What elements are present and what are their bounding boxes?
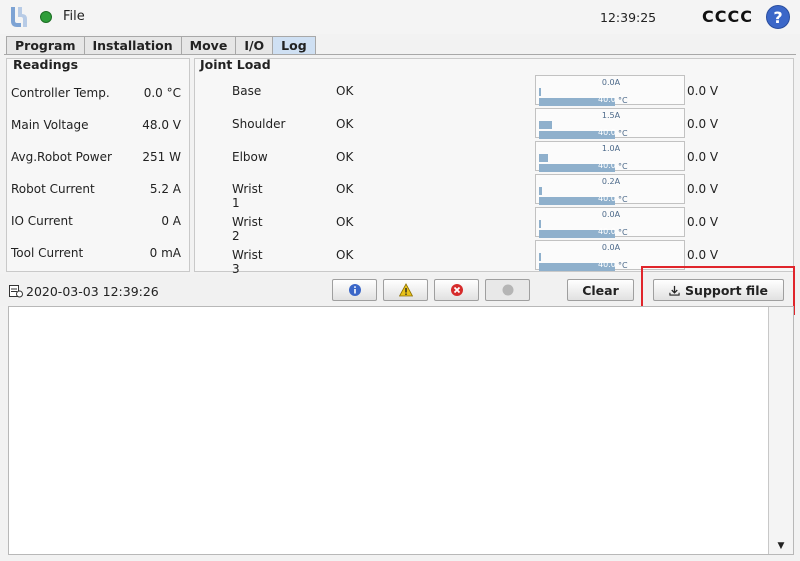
temperature-unit: °C	[618, 195, 628, 204]
scroll-up-icon[interactable]	[769, 307, 793, 323]
joint-name: Shoulder	[232, 117, 286, 131]
joint-status: OK	[336, 117, 354, 131]
temperature-unit: °C	[618, 129, 628, 138]
main-tabs: Program Installation Move I/O Log	[6, 36, 316, 55]
reading-main-voltage: Main Voltage 48.0 V	[11, 118, 181, 134]
joint-status: OK	[336, 215, 354, 229]
reading-label: Main Voltage	[11, 118, 89, 132]
joint-name: Elbow	[232, 150, 268, 164]
tab-divider	[4, 54, 796, 55]
reading-value: 5.2 A	[149, 182, 181, 196]
joint-status: OK	[336, 182, 354, 196]
joint-temperature: 40.0	[598, 128, 616, 137]
timestamp-text: 2020-03-03 12:39:26	[26, 284, 159, 299]
clock: 12:39:25	[600, 10, 657, 25]
joint-temperature: 40.0	[598, 95, 616, 104]
document-icon	[9, 285, 23, 298]
reading-value: 48.0 V	[142, 118, 181, 132]
current-bar	[539, 187, 542, 195]
scroll-down-icon[interactable]: ▼	[769, 538, 793, 554]
joint-current: 0.0A	[601, 243, 621, 252]
reading-value: 0 A	[161, 214, 181, 228]
joint-voltage: 0.0 V	[687, 215, 719, 229]
joint-gauge: 1.5A 40.0 °C	[535, 108, 685, 139]
tab-program[interactable]: Program	[6, 36, 85, 55]
current-bar	[539, 121, 552, 129]
joint-current: 0.2A	[601, 177, 621, 186]
reading-avg-robot-power: Avg.Robot Power 251 W	[11, 150, 181, 166]
temperature-unit: °C	[618, 96, 628, 105]
joint-voltage: 0.0 V	[687, 182, 719, 196]
joint-temperature: 40.0	[598, 260, 616, 269]
filter-info-button[interactable]	[332, 279, 377, 301]
filter-debug-button[interactable]	[485, 279, 530, 301]
joint-temperature: 40.0	[598, 227, 616, 236]
current-bar	[539, 154, 548, 162]
joint-status: OK	[336, 248, 354, 262]
reading-robot-current: Robot Current 5.2 A	[11, 182, 181, 198]
joint-name: Wrist 2	[232, 215, 263, 243]
joint-temperature: 40.0	[598, 161, 616, 170]
log-scrollbar[interactable]: ▼	[768, 307, 793, 554]
joint-current: 1.0A	[601, 144, 621, 153]
joint-load-title: Joint Load	[200, 57, 271, 72]
reading-tool-current: Tool Current 0 mA	[11, 246, 181, 262]
log-timestamp: 2020-03-03 12:39:26	[9, 284, 159, 299]
reading-label: IO Current	[11, 214, 73, 228]
temperature-unit: °C	[618, 228, 628, 237]
tab-log[interactable]: Log	[272, 36, 316, 55]
joint-current: 1.5A	[601, 111, 621, 120]
current-bar	[539, 220, 541, 228]
temperature-unit: °C	[618, 261, 628, 270]
current-bar	[539, 88, 541, 96]
ur-logo-icon	[11, 7, 27, 27]
filter-warning-button[interactable]	[383, 279, 428, 301]
info-icon	[348, 284, 361, 296]
robot-status-indicator	[40, 11, 52, 23]
reading-value: 251 W	[142, 150, 181, 164]
joint-name: Wrist 3	[232, 248, 263, 276]
joint-status: OK	[336, 84, 354, 98]
robot-name: CCCC	[702, 7, 753, 26]
reading-label: Robot Current	[11, 182, 95, 196]
filter-error-button[interactable]	[434, 279, 479, 301]
error-icon	[450, 284, 463, 296]
joint-gauge: 0.0A 40.0 °C	[535, 75, 685, 106]
help-icon[interactable]: ?	[766, 5, 790, 29]
file-menu[interactable]: File	[63, 9, 85, 24]
joint-gauge: 0.0A 40.0 °C	[535, 207, 685, 238]
tab-move[interactable]: Move	[180, 36, 237, 55]
reading-value: 0.0 °C	[143, 86, 181, 100]
joint-voltage: 0.0 V	[687, 248, 719, 262]
current-bar	[539, 253, 541, 261]
warning-icon	[398, 283, 413, 297]
tab-installation[interactable]: Installation	[83, 36, 182, 55]
temperature-unit: °C	[618, 162, 628, 171]
reading-label: Tool Current	[11, 246, 84, 260]
reading-controller-temp: Controller Temp. 0.0 °C	[11, 86, 181, 102]
debug-icon	[502, 284, 513, 296]
reading-label: Controller Temp.	[11, 86, 110, 100]
clear-button[interactable]: Clear	[567, 279, 634, 301]
tab-io[interactable]: I/O	[235, 36, 274, 55]
joint-voltage: 0.0 V	[687, 150, 719, 164]
joint-current: 0.0A	[601, 210, 621, 219]
reading-value: 0 mA	[149, 246, 181, 260]
log-list[interactable]: ▼	[8, 306, 794, 555]
joint-name: Wrist 1	[232, 182, 263, 210]
top-bar: File 12:39:25 CCCC ?	[0, 0, 800, 34]
joint-gauge: 0.2A 40.0 °C	[535, 174, 685, 205]
joint-status: OK	[336, 150, 354, 164]
joint-voltage: 0.0 V	[687, 117, 719, 131]
reading-io-current: IO Current 0 A	[11, 214, 181, 230]
joint-gauge: 1.0A 40.0 °C	[535, 141, 685, 172]
joint-name: Base	[232, 84, 262, 98]
joint-voltage: 0.0 V	[687, 84, 719, 98]
reading-label: Avg.Robot Power	[11, 150, 112, 164]
joint-current: 0.0A	[601, 78, 621, 87]
joint-temperature: 40.0	[598, 194, 616, 203]
readings-title: Readings	[13, 57, 79, 72]
